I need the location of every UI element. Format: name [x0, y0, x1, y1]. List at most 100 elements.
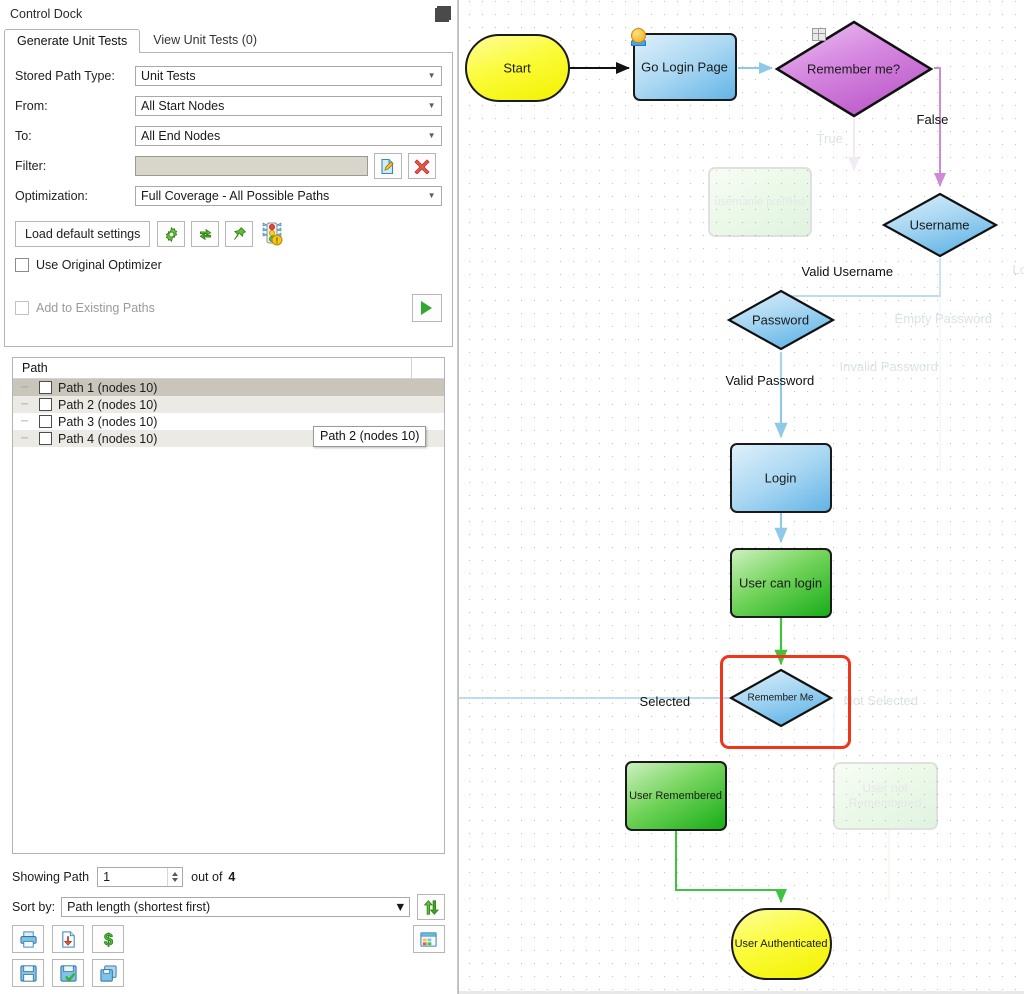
- path-row-label: Path 2 (nodes 10): [58, 397, 158, 412]
- chevron-down-icon: ▼: [427, 131, 436, 140]
- node-user-can-login-label: User can login: [738, 575, 823, 591]
- from-value: All Start Nodes: [141, 99, 225, 113]
- save-all-button[interactable]: [92, 959, 124, 987]
- sort-updown-icon: [423, 899, 440, 915]
- cost-estimate-button[interactable]: $: [92, 925, 124, 953]
- svg-text:!: !: [276, 237, 279, 246]
- export-document-icon: [61, 930, 75, 948]
- node-go-login-page[interactable]: Go Login Page: [632, 33, 737, 101]
- flowchart-canvas[interactable]: Start Go Login Page Remember me? usernam…: [457, 0, 1024, 994]
- path-row-label: Path 1 (nodes 10): [58, 380, 158, 395]
- settings-gear-button[interactable]: [157, 221, 186, 247]
- export-document-button[interactable]: [52, 925, 84, 953]
- node-password[interactable]: Password: [726, 289, 835, 351]
- stepper-down-icon[interactable]: [172, 878, 179, 882]
- to-select[interactable]: All End Nodes ▼: [135, 126, 442, 146]
- edge-label-empty-password: Empty Password: [894, 311, 993, 326]
- dock-title: Control Dock: [10, 7, 83, 21]
- clear-filter-button[interactable]: [407, 153, 436, 179]
- save-button[interactable]: [12, 959, 44, 987]
- node-username[interactable]: Username: [881, 192, 998, 258]
- optimization-select[interactable]: Full Coverage - All Possible Paths ▼: [135, 186, 442, 206]
- filter-input[interactable]: [135, 156, 368, 176]
- node-username-prefilled-label: username prefilled: [714, 196, 805, 208]
- node-user-remembered-label: User Remembered: [629, 790, 722, 802]
- from-select[interactable]: All Start Nodes ▼: [135, 96, 442, 116]
- use-original-optimizer-checkbox[interactable]: [15, 258, 29, 272]
- node-remember-me-question[interactable]: Remember me?: [774, 19, 934, 119]
- node-start[interactable]: Start: [464, 34, 570, 102]
- stepper-up-icon[interactable]: [172, 872, 179, 876]
- use-original-optimizer-row[interactable]: Use Original Optimizer: [15, 258, 442, 272]
- sort-by-select[interactable]: Path length (shortest first) ▼: [61, 897, 410, 917]
- node-login[interactable]: Login: [729, 443, 832, 513]
- node-username-prefilled-ghost[interactable]: username prefilled: [707, 167, 812, 237]
- stored-path-type-row: Stored Path Type: Unit Tests ▼: [15, 61, 442, 91]
- node-user-authenticated[interactable]: User Authenticated: [730, 908, 832, 980]
- export-actions-row-1: $: [12, 922, 445, 956]
- print-icon: [19, 930, 37, 948]
- sort-by-row: Sort by: Path length (shortest first) ▼: [12, 892, 445, 922]
- to-row: To: All End Nodes ▼: [15, 121, 442, 151]
- stored-path-type-label: Stored Path Type:: [15, 69, 115, 83]
- tree-connector: ─: [21, 382, 30, 393]
- edit-document-icon-button[interactable]: [373, 153, 402, 179]
- red-x-icon: [413, 159, 430, 174]
- path-row-checkbox[interactable]: [39, 415, 52, 428]
- stored-path-type-value: Unit Tests: [141, 69, 196, 83]
- green-gear-icon: [165, 226, 178, 242]
- sort-direction-button[interactable]: [416, 894, 445, 920]
- restore-window-icon[interactable]: [434, 6, 451, 22]
- path-row-checkbox[interactable]: [39, 398, 52, 411]
- save-validated-button[interactable]: [52, 959, 84, 987]
- table-view-icon: [420, 931, 437, 947]
- edit-document-icon: [381, 158, 394, 174]
- load-default-settings-button[interactable]: Load default settings: [15, 221, 151, 247]
- node-user-not-remembered-ghost[interactable]: User not Remembered: [832, 762, 938, 830]
- generate-unit-tests-panel: Stored Path Type: Unit Tests ▼ From: All…: [4, 52, 453, 347]
- generate-run-button[interactable]: [411, 294, 442, 322]
- print-button[interactable]: [12, 925, 44, 953]
- path-list-header: Path: [13, 358, 444, 379]
- path-row-checkbox[interactable]: [39, 432, 52, 445]
- green-play-icon: [421, 301, 433, 315]
- stored-path-type-select[interactable]: Unit Tests ▼: [135, 66, 442, 86]
- tree-connector: ─: [21, 399, 30, 410]
- optimization-row: Optimization: Full Coverage - All Possib…: [15, 181, 442, 211]
- stepper-arrows[interactable]: [167, 868, 182, 886]
- tab-generate-unit-tests[interactable]: Generate Unit Tests: [4, 29, 141, 53]
- total-paths-value: 4: [228, 870, 236, 884]
- from-label: From:: [15, 99, 48, 113]
- node-user-not-remembered-label: User not Remembered: [848, 781, 922, 810]
- table-row[interactable]: ─ Path 1 (nodes 10): [13, 379, 444, 396]
- grid-view-button[interactable]: [412, 925, 445, 953]
- tab-strip: Generate Unit Tests View Unit Tests (0): [0, 28, 457, 53]
- table-row[interactable]: ─ Path 2 (nodes 10): [13, 396, 444, 413]
- node-user-authenticated-label: User Authenticated: [734, 938, 828, 950]
- restore-square-front: [434, 8, 449, 22]
- traffic-light-button[interactable]: !: [259, 221, 287, 247]
- filter-row: Filter:: [15, 151, 442, 181]
- edge-label-invalid-password: Invalid Password: [839, 359, 938, 374]
- path-row-tooltip: Path 2 (nodes 10): [313, 426, 427, 447]
- showing-path-stepper[interactable]: 1: [97, 867, 184, 887]
- svg-text:$: $: [104, 931, 113, 949]
- save-icon: [19, 964, 37, 982]
- control-dock-panel: Control Dock Generate Unit Tests View Un…: [0, 0, 458, 994]
- tab-view-unit-tests[interactable]: View Unit Tests (0): [140, 28, 270, 53]
- node-user-can-login[interactable]: User can login: [729, 548, 832, 618]
- path-row-checkbox[interactable]: [39, 381, 52, 394]
- to-label: To:: [15, 129, 32, 143]
- filter-label: Filter:: [15, 159, 47, 173]
- dollar-cost-icon: $: [103, 930, 113, 949]
- application-window: Control Dock Generate Unit Tests View Un…: [0, 0, 1024, 994]
- export-actions-row-2: [12, 956, 445, 990]
- node-user-remembered[interactable]: User Remembered: [624, 761, 727, 831]
- refresh-button[interactable]: [191, 221, 220, 247]
- pin-button[interactable]: [225, 221, 254, 247]
- save-all-icon: [99, 964, 117, 982]
- edge-label-clipped: Lo: [1012, 262, 1024, 277]
- showing-path-label: Showing Path: [12, 870, 90, 884]
- selection-highlight: [719, 655, 851, 749]
- showing-path-row: Showing Path 1 out of 4: [12, 862, 445, 892]
